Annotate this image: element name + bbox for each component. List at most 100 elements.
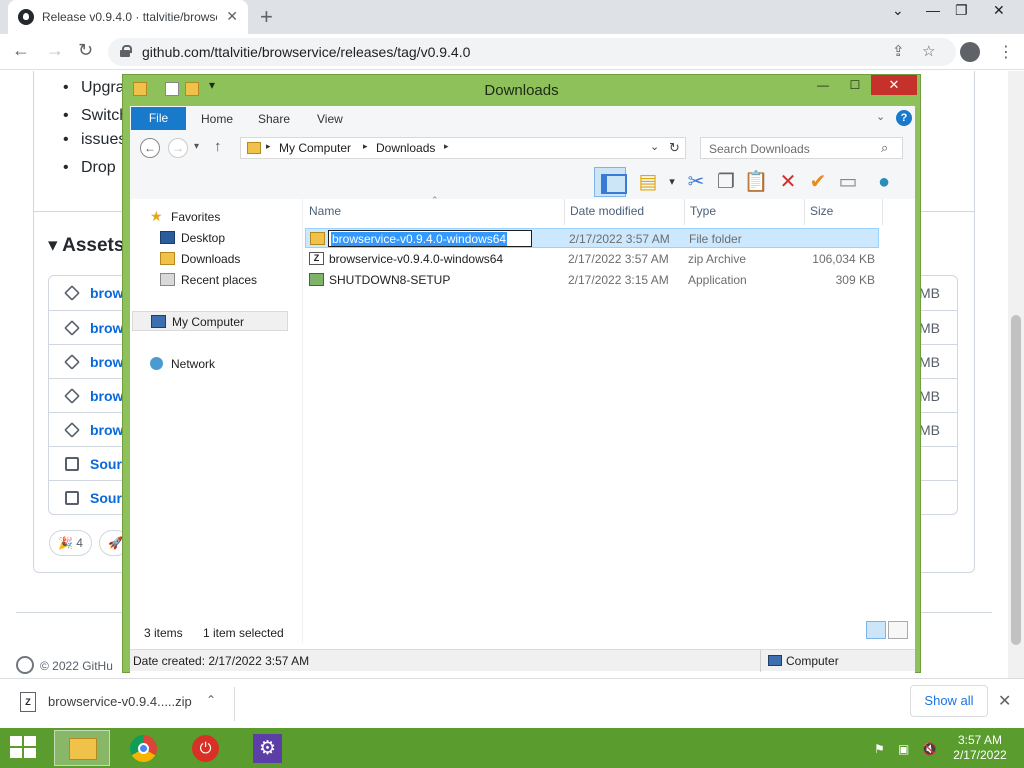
search-icon[interactable]: ⌕ (881, 140, 888, 156)
asset-link[interactable]: brow (90, 285, 123, 301)
asset-link[interactable]: brow (90, 388, 123, 404)
column-type[interactable]: Type (690, 204, 716, 218)
globe-icon[interactable]: ● (870, 168, 898, 196)
paste-icon[interactable]: 📋 (742, 168, 770, 196)
asset-link[interactable]: brow (90, 422, 123, 438)
file-name[interactable]: browservice-v0.9.4.0-windows64 (329, 252, 503, 266)
share-icon[interactable]: ⇪ (892, 42, 905, 60)
browser-tab[interactable]: Release v0.9.4.0 · ttalvitie/browse ✕ (8, 0, 248, 34)
search-placeholder[interactable]: Search Downloads (709, 142, 810, 156)
breadcrumb-downloads[interactable]: Downloads (376, 141, 435, 155)
back-button[interactable]: ← (12, 40, 30, 61)
breadcrumb-separator-icon[interactable]: ▸ (444, 141, 449, 152)
forward-button[interactable]: → (46, 40, 64, 61)
tab-home[interactable]: Home (201, 112, 233, 126)
explorer-titlebar[interactable]: ▾ Downloads — ☐ ✕ (123, 75, 920, 105)
column-date-modified[interactable]: Date modified (570, 204, 644, 218)
zip-file-icon[interactable]: Z (20, 692, 36, 712)
tab-file[interactable]: File (131, 107, 186, 130)
asset-link[interactable]: brow (90, 354, 123, 370)
nav-network[interactable]: Network (130, 354, 288, 374)
column-divider[interactable] (684, 199, 685, 225)
taskbar-clock[interactable]: 3:57 AM 2/17/2022 (946, 733, 1014, 763)
profile-avatar[interactable] (960, 42, 980, 62)
details-view-button[interactable] (866, 621, 886, 639)
github-logo-icon[interactable] (16, 656, 34, 674)
show-all-button[interactable]: Show all (910, 685, 988, 717)
close-tab-icon[interactable]: ✕ (226, 8, 238, 25)
cut-icon[interactable]: ✂ (682, 168, 710, 196)
breadcrumb-separator-icon[interactable]: ▸ (266, 141, 271, 152)
nav-my-computer[interactable]: My Computer (132, 311, 288, 331)
new-tab-button[interactable]: + (260, 4, 273, 30)
maximize-button[interactable]: ☐ (841, 75, 869, 95)
scrollbar-thumb[interactable] (1011, 315, 1021, 645)
file-row[interactable]: SHUTDOWN8-SETUP 2/17/2022 3:15 AM Applic… (305, 270, 879, 290)
breadcrumb-my-computer[interactable]: My Computer (279, 141, 351, 155)
rename-selected-text[interactable]: browservice-v0.9.4.0-windows64 (331, 232, 508, 246)
menu-kebab-icon[interactable]: ⋮ (998, 42, 1014, 62)
rename-input[interactable]: browservice-v0.9.4.0-windows64 (328, 230, 532, 247)
preview-pane-button[interactable] (594, 167, 627, 197)
action-center-flag-icon[interactable]: ⚑ (874, 742, 885, 756)
help-icon[interactable]: ? (896, 110, 912, 126)
bookmark-star-icon[interactable]: ☆ (922, 42, 935, 60)
delete-icon[interactable]: ✕ (774, 168, 802, 196)
network-tray-icon[interactable]: ▣ (898, 742, 909, 756)
reload-button[interactable]: ↻ (78, 40, 93, 61)
nav-desktop[interactable]: Desktop (130, 228, 288, 248)
assets-heading[interactable]: ▾ Assets (48, 234, 124, 257)
close-window-button[interactable]: ✕ (993, 2, 1005, 19)
copy-icon[interactable]: ❐ (712, 168, 740, 196)
tab-share[interactable]: Share (258, 112, 290, 126)
file-row[interactable]: Z browservice-v0.9.4.0-windows64 2/17/20… (305, 249, 879, 269)
taskbar-shutdown-app[interactable]: ⏻ (178, 730, 234, 766)
chevron-down-icon[interactable]: ⌄ (892, 2, 904, 19)
url-text[interactable]: github.com/ttalvitie/browservice/release… (142, 44, 470, 60)
address-dropdown-icon[interactable]: ⌄ (650, 140, 659, 153)
column-divider[interactable] (804, 199, 805, 225)
reaction-button[interactable]: 🎉 4 (49, 530, 92, 556)
minimize-button[interactable]: — (926, 2, 940, 18)
file-row[interactable]: browservice-v0.9.4.0-windows64 2/17/2022… (305, 228, 879, 248)
nav-favorites[interactable]: ★ Favorites (130, 207, 288, 227)
column-divider[interactable] (882, 199, 883, 225)
page-scrollbar[interactable] (1008, 71, 1024, 678)
start-button[interactable] (10, 736, 38, 760)
back-button[interactable]: ← (140, 138, 160, 158)
recent-locations-icon[interactable]: ▾ (194, 141, 199, 152)
refresh-icon[interactable]: ↻ (669, 140, 680, 156)
expand-ribbon-icon[interactable]: ⌄ (876, 110, 885, 123)
address-box[interactable]: ▸ My Computer ▸ Downloads ▸ ⌄ ↻ (240, 137, 686, 159)
download-filename[interactable]: browservice-v0.9.4.....zip (48, 694, 192, 709)
pane-splitter[interactable] (295, 199, 303, 643)
nav-downloads[interactable]: Downloads (130, 249, 288, 269)
taskbar-settings-app[interactable]: ⚙ (240, 730, 296, 766)
minimize-button[interactable]: — (809, 75, 837, 95)
tab-view[interactable]: View (317, 112, 343, 126)
close-shelf-icon[interactable]: ✕ (998, 691, 1011, 711)
taskbar-chrome[interactable] (116, 730, 172, 766)
rename-icon[interactable]: ▭ (834, 168, 862, 196)
nav-recent-places[interactable]: Recent places (130, 270, 288, 290)
file-zip-icon (65, 457, 79, 471)
lock-icon[interactable] (120, 45, 132, 57)
forward-button[interactable]: → (168, 138, 188, 158)
address-bar[interactable]: github.com/ttalvitie/browservice/release… (108, 38, 956, 66)
volume-muted-icon[interactable]: 🔇 (922, 742, 937, 756)
close-button[interactable]: ✕ (871, 75, 917, 95)
file-name[interactable]: SHUTDOWN8-SETUP (329, 273, 450, 287)
restore-button[interactable]: ❐ (955, 2, 968, 19)
checkmark-icon[interactable]: ✔ (804, 168, 832, 196)
chevron-up-icon[interactable]: ⌃ (206, 693, 216, 707)
search-box[interactable]: Search Downloads ⌕ (700, 137, 903, 159)
column-name[interactable]: Name (309, 204, 341, 218)
column-divider[interactable] (564, 199, 565, 225)
up-arrow-icon[interactable]: ↑ (214, 138, 222, 155)
breadcrumb-separator-icon[interactable]: ▸ (363, 141, 368, 152)
asset-link[interactable]: brow (90, 320, 123, 336)
large-icons-view-button[interactable] (888, 621, 908, 639)
asset-size: MB (919, 354, 940, 370)
column-size[interactable]: Size (810, 204, 833, 218)
taskbar-file-explorer[interactable] (54, 730, 110, 766)
